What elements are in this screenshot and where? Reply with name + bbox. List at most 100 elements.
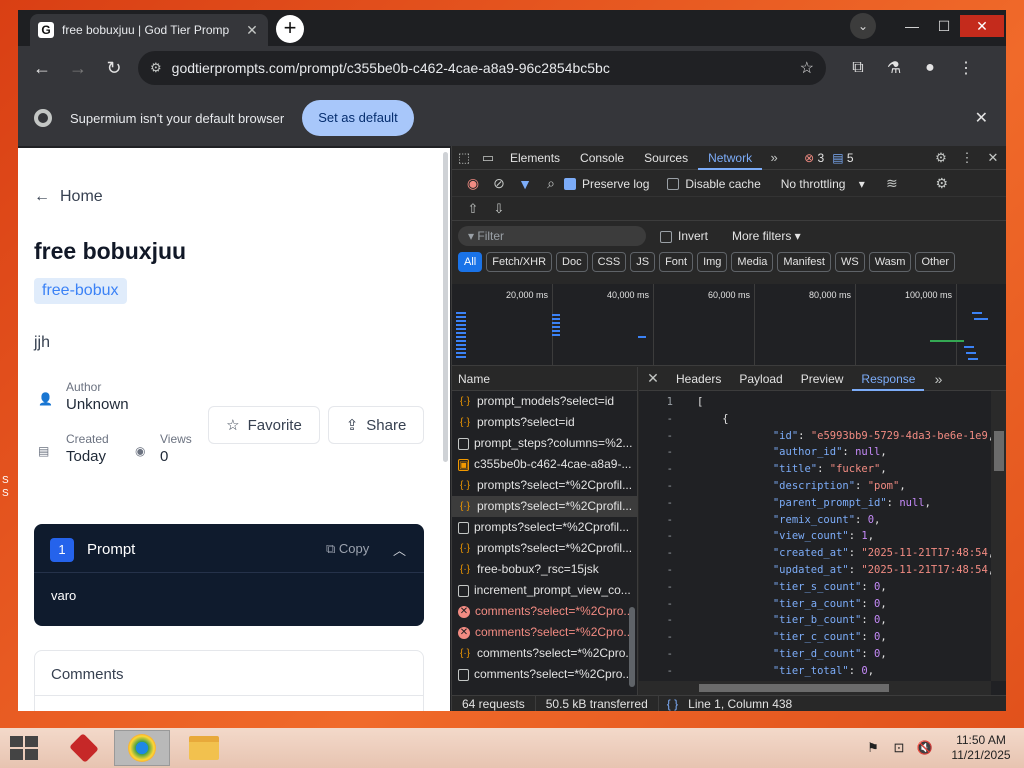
- import-har-icon[interactable]: ⇧: [460, 201, 486, 217]
- flag-icon[interactable]: ⚑: [860, 740, 886, 756]
- request-row[interactable]: comments?select=*%2Cpro...: [452, 664, 637, 685]
- start-button-icon[interactable]: [10, 736, 38, 760]
- request-row[interactable]: {·} comments?select=*%2Cpro...: [452, 643, 637, 664]
- filter-input[interactable]: ▾ Filter: [458, 226, 646, 246]
- filter-chip-media[interactable]: Media: [731, 252, 774, 272]
- infobar-close-icon[interactable]: ✕: [975, 108, 988, 128]
- tab-search-chevron-icon[interactable]: ⌄: [850, 13, 876, 39]
- tab-preview[interactable]: Preview: [792, 367, 853, 391]
- more-filters-dropdown[interactable]: More filters ▾: [732, 229, 801, 243]
- preserve-log-checkbox[interactable]: Preserve log: [564, 177, 649, 191]
- tab-payload[interactable]: Payload: [730, 367, 791, 391]
- response-vertical-scrollbar[interactable]: [991, 391, 1006, 681]
- request-row[interactable]: {·} prompt_models?select=id: [452, 391, 637, 412]
- tag-badge[interactable]: free-bobux: [34, 278, 127, 304]
- export-har-icon[interactable]: ⇩: [486, 201, 512, 217]
- url-text[interactable]: godtierprompts.com/prompt/c355be0b-c462-…: [172, 60, 800, 76]
- inspect-element-icon[interactable]: ⬚: [452, 150, 476, 166]
- request-row[interactable]: {·} prompts?select=*%2Cprofil...: [452, 496, 637, 517]
- tab-response[interactable]: Response: [852, 367, 925, 391]
- network-settings-gear-icon[interactable]: ⚙: [929, 175, 955, 192]
- menu-kebab-icon[interactable]: ⋮: [948, 58, 984, 78]
- request-row[interactable]: ✕ comments?select=*%2Cpro...: [452, 622, 637, 643]
- request-row[interactable]: increment_prompt_view_co...: [452, 580, 637, 601]
- clear-icon[interactable]: ⊘: [486, 175, 512, 192]
- tab-headers[interactable]: Headers: [667, 367, 730, 391]
- chevron-up-icon[interactable]: ︿: [393, 540, 406, 559]
- page-scrollbar[interactable]: [443, 152, 448, 462]
- profile-avatar-icon[interactable]: ●: [912, 59, 948, 77]
- filter-chip-css[interactable]: CSS: [591, 252, 627, 272]
- network-icon[interactable]: ⊡: [886, 740, 912, 756]
- network-conditions-icon[interactable]: ≋: [879, 175, 905, 192]
- record-icon[interactable]: ◉: [460, 175, 486, 192]
- name-column-header[interactable]: Name: [452, 367, 637, 391]
- settings-gear-icon[interactable]: ⚙: [928, 150, 954, 166]
- devtools-close-icon[interactable]: ✕: [980, 150, 1006, 166]
- scroll-thumb[interactable]: [994, 431, 1004, 471]
- filter-funnel-icon[interactable]: ▼: [512, 176, 538, 192]
- forward-arrow-icon[interactable]: →: [60, 58, 96, 79]
- request-list-scrollbar[interactable]: [629, 607, 635, 687]
- address-bar[interactable]: ⚙ godtierprompts.com/prompt/c355be0b-c46…: [138, 51, 826, 85]
- filter-chip-all[interactable]: All: [458, 252, 483, 272]
- pretty-print-braces-icon[interactable]: { }: [667, 697, 678, 711]
- close-details-icon[interactable]: ✕: [639, 370, 667, 387]
- filter-chip-js[interactable]: JS: [630, 252, 656, 272]
- response-code-view[interactable]: 1[- {- "id": "e5993bb9-5729-4da3-be6e-1e…: [639, 394, 991, 680]
- tab-sources[interactable]: Sources: [634, 146, 698, 170]
- filter-chip-other[interactable]: Other: [915, 252, 955, 272]
- filter-chip-doc[interactable]: Doc: [556, 252, 588, 272]
- browser-tab[interactable]: G free bobuxjuu | God Tier Promp ✕: [30, 14, 268, 46]
- request-row[interactable]: {·} free-bobux?_rsc=15jsk: [452, 559, 637, 580]
- filter-chip-manifest[interactable]: Manifest: [777, 252, 831, 272]
- volume-muted-icon[interactable]: 🔇: [912, 740, 938, 756]
- reload-icon[interactable]: ↻: [96, 58, 132, 79]
- network-timeline-overview[interactable]: 20,000 ms 40,000 ms 60,000 ms 80,000 ms 100,…: [452, 284, 1006, 366]
- labs-flask-icon[interactable]: ⚗: [876, 58, 912, 78]
- maximize-button[interactable]: ☐: [928, 18, 960, 35]
- clock[interactable]: 11:50 AM 11/21/2025: [938, 733, 1024, 763]
- favorite-button[interactable]: ☆ Favorite: [208, 406, 320, 444]
- filter-chip-fetch-xhr[interactable]: Fetch/XHR: [486, 252, 553, 272]
- taskbar-app-package-icon[interactable]: [56, 730, 112, 766]
- share-button[interactable]: ⇪ Share: [328, 406, 424, 444]
- request-row[interactable]: {·} prompts?select=*%2Cprofil...: [452, 475, 637, 496]
- throttling-select[interactable]: No throttling ▾: [781, 177, 865, 191]
- minimize-button[interactable]: —: [896, 18, 928, 34]
- request-row[interactable]: {·} prompts?select=id: [452, 412, 637, 433]
- error-count-badge[interactable]: ⊗ 3: [804, 151, 824, 165]
- desktop-icon-label[interactable]: SS: [2, 474, 9, 500]
- bookmark-star-icon[interactable]: ☆: [800, 58, 814, 78]
- tab-elements[interactable]: Elements: [500, 146, 570, 170]
- extensions-icon[interactable]: ⧉: [840, 59, 876, 77]
- request-row[interactable]: ✕ comments?select=*%2Cpro...: [452, 601, 637, 622]
- more-tabs-chevron-icon[interactable]: »: [762, 150, 786, 165]
- disable-cache-checkbox[interactable]: Disable cache: [667, 177, 761, 191]
- device-toolbar-icon[interactable]: ▭: [476, 150, 500, 166]
- invert-checkbox[interactable]: Invert: [660, 229, 708, 243]
- message-count-badge[interactable]: ▤ 5: [832, 151, 853, 165]
- response-horizontal-scrollbar[interactable]: [639, 681, 991, 695]
- request-row[interactable]: prompt_steps?columns=%2...: [452, 433, 637, 454]
- scroll-thumb[interactable]: [699, 684, 889, 692]
- taskbar-app-file-explorer-icon[interactable]: [176, 730, 232, 766]
- tab-close-icon[interactable]: ✕: [244, 22, 260, 39]
- filter-chip-ws[interactable]: WS: [834, 252, 865, 272]
- new-tab-button[interactable]: +: [276, 15, 304, 43]
- request-row[interactable]: ▣ c355be0b-c462-4cae-a8a9-...: [452, 454, 637, 475]
- filter-chip-font[interactable]: Font: [659, 252, 694, 272]
- tab-console[interactable]: Console: [570, 146, 634, 170]
- more-tabs-chevron-icon[interactable]: »: [924, 371, 952, 387]
- taskbar-app-browser-icon[interactable]: [114, 730, 170, 766]
- tab-network[interactable]: Network: [698, 146, 763, 170]
- devtools-menu-icon[interactable]: ⋮: [954, 150, 980, 166]
- home-link[interactable]: ← Home: [34, 188, 103, 206]
- back-arrow-icon[interactable]: ←: [24, 58, 60, 79]
- close-window-button[interactable]: ✕: [960, 15, 1004, 37]
- filter-chip-wasm[interactable]: Wasm: [868, 252, 912, 272]
- site-info-icon[interactable]: ⚙: [150, 60, 162, 76]
- copy-button[interactable]: ⧉ Copy: [326, 541, 369, 557]
- request-row[interactable]: {·} prompts?select=*%2Cprofil...: [452, 538, 637, 559]
- set-as-default-button[interactable]: Set as default: [302, 100, 414, 136]
